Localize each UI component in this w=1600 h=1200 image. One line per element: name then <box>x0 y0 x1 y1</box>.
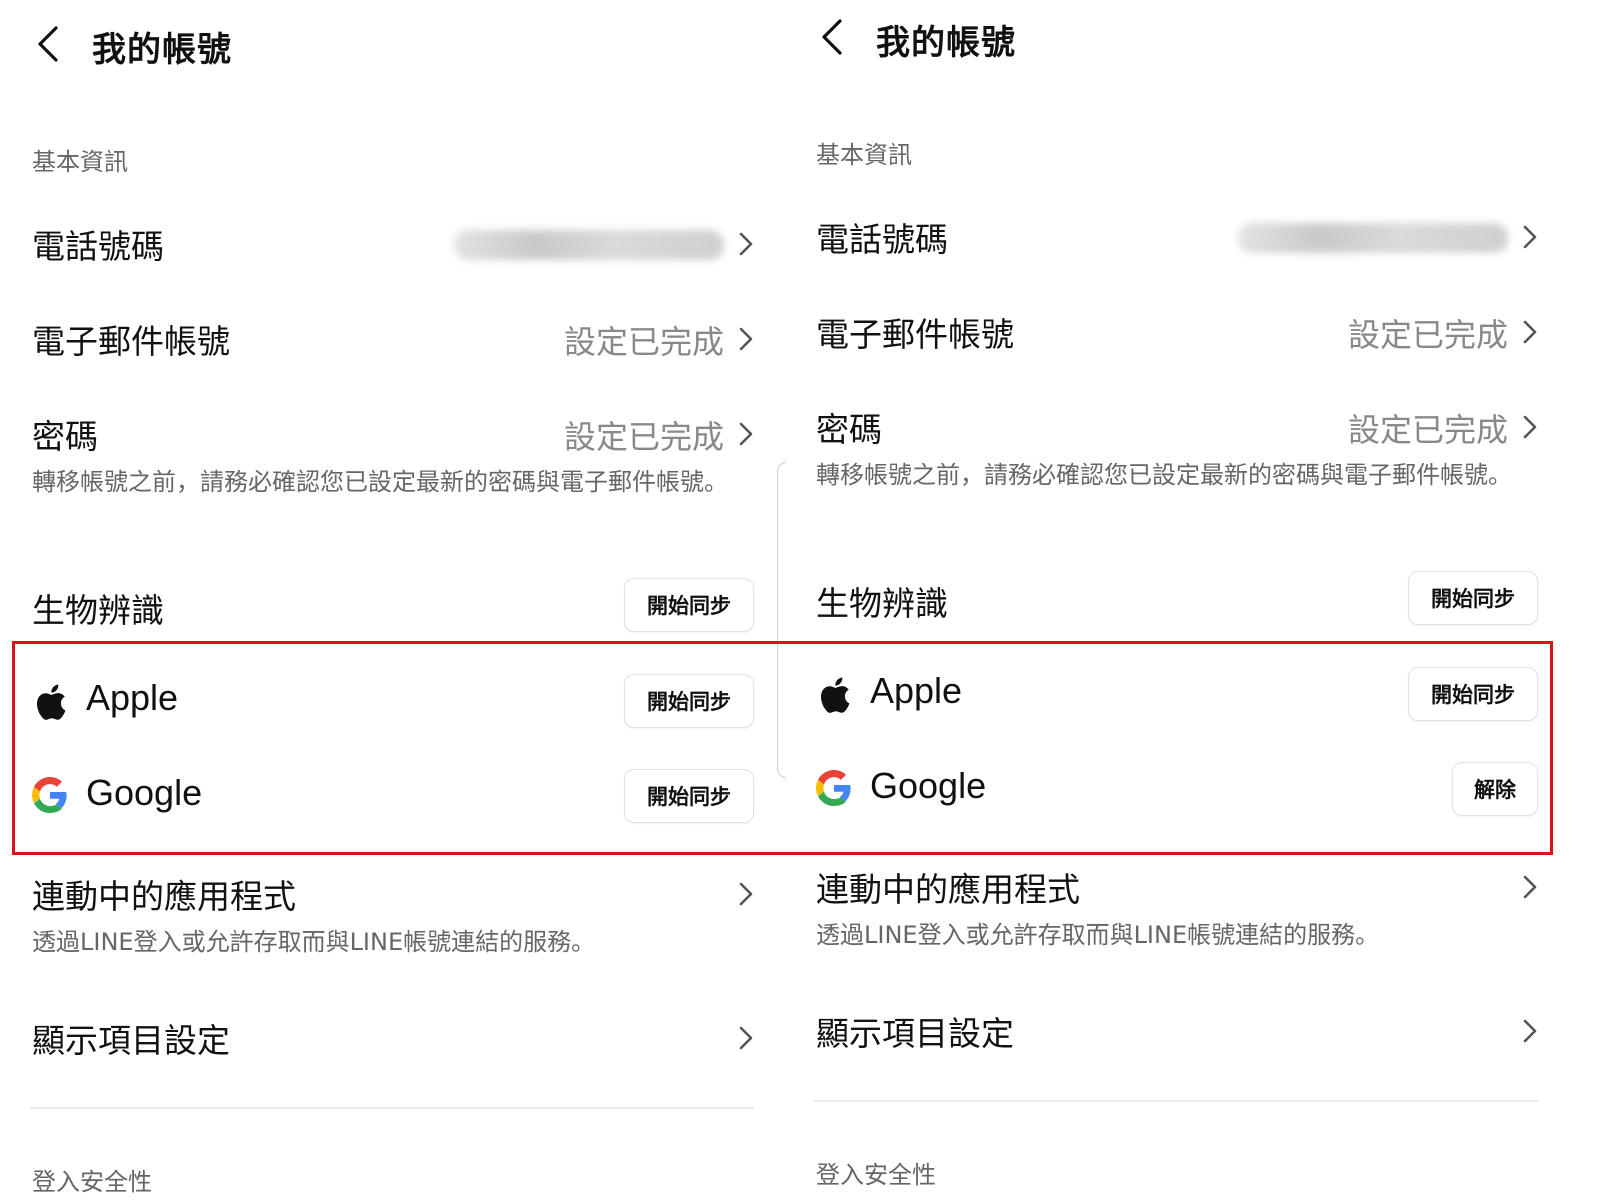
linked-apps-note: 透過LINE登入或允許存取而與LINE帳號連結的服務。 <box>816 921 1380 949</box>
phone-number-value-blurred <box>1238 223 1508 253</box>
password-note: 轉移帳號之前，請務必確認您已設定最新的密碼與電子郵件帳號。 <box>32 468 728 496</box>
header: 我的帳號 <box>0 16 784 72</box>
section-label-basic-info: 基本資訊 <box>32 148 128 176</box>
apple-row: Apple 開始同步 <box>0 661 784 741</box>
google-row: Google 解除 <box>784 749 1568 829</box>
email-account-label: 電子郵件帳號 <box>816 315 1014 354</box>
google-label: Google <box>870 765 987 806</box>
email-account-row[interactable]: 電子郵件帳號 設定已完成 <box>784 290 1568 370</box>
password-status: 設定已完成 <box>563 418 724 456</box>
chevron-right-icon <box>739 422 753 446</box>
chevron-left-icon[interactable] <box>814 15 854 59</box>
google-sync-button[interactable]: 開始同步 <box>624 769 754 823</box>
account-screen-before: 我的帳號 基本資訊 電話號碼 電子郵件帳號 設定已完成 密碼 設定已完成 轉移帳… <box>0 0 784 1200</box>
email-status: 設定已完成 <box>1347 316 1508 354</box>
header: 我的帳號 <box>784 9 1568 65</box>
email-status: 設定已完成 <box>563 323 724 361</box>
phone-number-label: 電話號碼 <box>816 220 948 259</box>
chevron-right-icon <box>739 232 753 256</box>
phone-number-row[interactable]: 電話號碼 <box>0 202 784 282</box>
google-row: Google 開始同步 <box>0 756 784 836</box>
phone-number-value-blurred <box>454 230 724 260</box>
section-label-login-security: 登入安全性 <box>816 1161 936 1189</box>
screenshot-frame-edge <box>777 462 786 778</box>
password-row[interactable]: 密碼 設定已完成 <box>784 385 1568 465</box>
biometric-label: 生物辨識 <box>816 584 948 623</box>
biometric-label: 生物辨識 <box>32 591 164 630</box>
page-title: 我的帳號 <box>92 30 232 70</box>
google-unlink-button[interactable]: 解除 <box>1452 762 1538 816</box>
account-screen-after: 我的帳號 基本資訊 電話號碼 電子郵件帳號 設定已完成 密碼 設定已完成 轉移帳… <box>784 0 1568 1193</box>
email-account-label: 電子郵件帳號 <box>32 322 230 361</box>
apple-label: Apple <box>86 677 179 718</box>
password-label: 密碼 <box>32 417 98 456</box>
apple-sync-button[interactable]: 開始同步 <box>624 674 754 728</box>
google-label: Google <box>86 772 203 813</box>
apple-sync-button[interactable]: 開始同步 <box>1408 667 1538 721</box>
chevron-right-icon <box>1523 225 1537 249</box>
linked-apps-label: 連動中的應用程式 <box>816 870 1080 909</box>
chevron-right-icon <box>739 1026 753 1050</box>
password-note: 轉移帳號之前，請務必確認您已設定最新的密碼與電子郵件帳號。 <box>816 461 1512 489</box>
password-label: 密碼 <box>816 410 882 449</box>
biometric-sync-button[interactable]: 開始同步 <box>1408 571 1538 625</box>
email-account-row[interactable]: 電子郵件帳號 設定已完成 <box>0 297 784 377</box>
chevron-right-icon <box>739 327 753 351</box>
phone-number-label: 電話號碼 <box>32 227 164 266</box>
chevron-left-icon[interactable] <box>30 22 70 66</box>
biometric-row: 生物辨識 開始同步 <box>784 559 1568 639</box>
display-items-label: 顯示項目設定 <box>32 1021 230 1060</box>
google-icon <box>816 770 851 806</box>
divider <box>30 1107 754 1109</box>
linked-apps-row[interactable]: 連動中的應用程式 <box>784 845 1568 925</box>
page-title: 我的帳號 <box>876 23 1016 63</box>
linked-apps-row[interactable]: 連動中的應用程式 <box>0 852 784 932</box>
biometric-sync-button[interactable]: 開始同步 <box>624 578 754 632</box>
phone-number-row[interactable]: 電話號碼 <box>784 195 1568 275</box>
apple-row: Apple 開始同步 <box>784 654 1568 734</box>
chevron-right-icon <box>739 882 753 906</box>
password-status: 設定已完成 <box>1347 411 1508 449</box>
chevron-right-icon <box>1523 1019 1537 1043</box>
linked-apps-label: 連動中的應用程式 <box>32 877 296 916</box>
display-items-row[interactable]: 顯示項目設定 <box>784 989 1568 1069</box>
password-row[interactable]: 密碼 設定已完成 <box>0 392 784 472</box>
google-icon <box>32 777 67 813</box>
apple-label: Apple <box>870 670 963 711</box>
biometric-row: 生物辨識 開始同步 <box>0 566 784 646</box>
apple-icon <box>821 677 850 713</box>
chevron-right-icon <box>1523 875 1537 899</box>
divider <box>814 1100 1538 1102</box>
section-label-basic-info: 基本資訊 <box>816 141 912 169</box>
chevron-right-icon <box>1523 415 1537 439</box>
chevron-right-icon <box>1523 320 1537 344</box>
section-label-login-security: 登入安全性 <box>32 1168 152 1196</box>
apple-icon <box>37 684 66 720</box>
display-items-row[interactable]: 顯示項目設定 <box>0 996 784 1076</box>
linked-apps-note: 透過LINE登入或允許存取而與LINE帳號連結的服務。 <box>32 928 596 956</box>
display-items-label: 顯示項目設定 <box>816 1014 1014 1053</box>
